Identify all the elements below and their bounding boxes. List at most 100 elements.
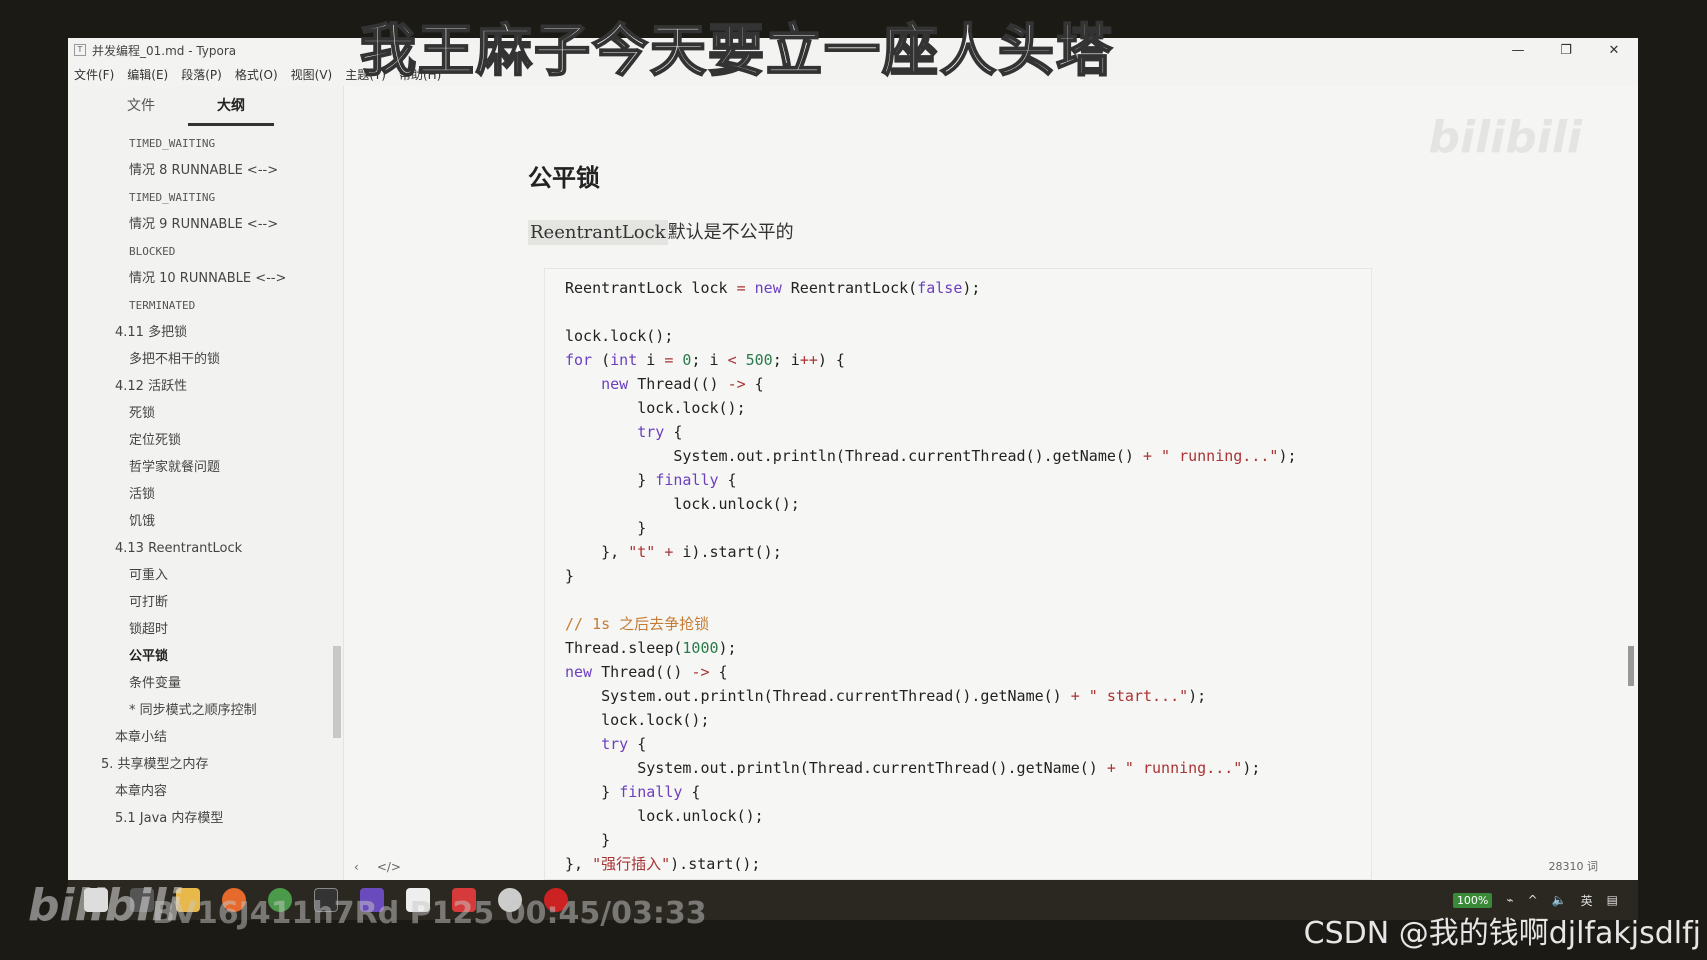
code-line: }, "强行插入").start(); <box>565 852 1351 876</box>
code-line: } <box>565 828 1351 852</box>
outline-item-label: * 同步模式之顺序控制 <box>129 703 257 718</box>
sidebar-scrollbar[interactable] <box>333 646 341 738</box>
sidebar: 文件 大纲 TIMED_WAITING 情况 8 RUNNABLE <--> TIM… <box>68 86 344 880</box>
outline-item[interactable]: 定位死锁 <box>68 427 343 454</box>
menu-file[interactable]: 文件(F) <box>74 66 114 83</box>
outline-item[interactable]: 多把不相干的锁 <box>68 346 343 373</box>
doc-heading[interactable]: 公平锁 <box>528 158 600 193</box>
outline-item[interactable]: 公平锁 <box>68 643 343 670</box>
code-token: ReentrantLock lock <box>565 279 737 297</box>
outline-item[interactable]: 饥饿 <box>68 508 343 535</box>
code-token: " running..." <box>1161 447 1279 465</box>
csdn-watermark: CSDN @我的钱啊djlfakjsdlfj <box>1303 916 1701 951</box>
outline-item[interactable]: 可重入 <box>68 562 343 589</box>
code-token: ; i <box>772 351 800 369</box>
outline-item[interactable]: 4.11 多把锁 <box>68 319 343 346</box>
battery-indicator[interactable]: 100% <box>1452 892 1493 908</box>
restore-button[interactable]: ❐ <box>1542 38 1590 62</box>
video-id-timestamp: BV16J411h7Rd P125 00:45/03:33 <box>152 896 707 931</box>
tray-expand-icon[interactable]: ^ <box>1528 893 1538 907</box>
code-token: i <box>637 351 665 369</box>
outline-item[interactable]: 条件变量 <box>68 670 343 697</box>
video-overlay-title: 我王麻子今天要立一座人头塔 <box>359 18 1114 85</box>
code-token: 1000 <box>682 639 719 657</box>
menu-format[interactable]: 格式(O) <box>235 66 278 83</box>
outline-item[interactable]: 本章小结 <box>68 724 343 751</box>
outline-item-label: TERMINATED <box>129 299 196 312</box>
editor-pane: bilibili 公平锁 ReentrantLock 默认是不公平的 Reentr… <box>344 86 1638 880</box>
outline-item[interactable]: 情况 10 RUNNABLE <--> <box>68 265 343 292</box>
close-button[interactable]: ✕ <box>1590 38 1638 62</box>
outline-item[interactable]: 情况 9 RUNNABLE <--> <box>68 211 343 238</box>
code-line: new Thread(() -> { <box>565 660 1351 684</box>
toggle-sidebar-icon[interactable]: ‹ <box>354 860 359 874</box>
outline-item[interactable]: TERMINATED <box>68 292 343 319</box>
code-token: System.out.println(Thread.currentThread(… <box>565 687 1071 705</box>
outline-item[interactable]: 5.1 Java 内存模型 <box>68 805 343 832</box>
outline-item[interactable]: 本章内容 <box>68 778 343 805</box>
code-token: lock.lock(); <box>565 711 710 729</box>
minimize-button[interactable]: — <box>1494 38 1542 62</box>
outline-item-label: 条件变量 <box>129 676 182 691</box>
editor-scrollbar[interactable] <box>1628 646 1634 686</box>
outline-item-label: 公平锁 <box>129 649 169 664</box>
code-token: lock.unlock(); <box>565 807 764 825</box>
outline-item[interactable]: 活锁 <box>68 481 343 508</box>
code-token: lock.lock(); <box>565 327 674 345</box>
code-token: System.out.println(Thread.currentThread(… <box>565 447 1143 465</box>
outline-item[interactable]: 4.12 活跃性 <box>68 373 343 400</box>
code-token: " start..." <box>1088 687 1189 705</box>
notification-icon[interactable]: ▤ <box>1607 893 1618 907</box>
code-token: ) { <box>817 351 845 369</box>
outline-item[interactable]: TIMED_WAITING <box>68 130 343 157</box>
outline-item-label: 情况 8 RUNNABLE <--> <box>129 163 279 178</box>
outline-item[interactable]: 5. 共享模型之内存 <box>68 751 343 778</box>
outline-item[interactable]: 死锁 <box>68 400 343 427</box>
outline-item[interactable]: 4.13 ReentrantLock <box>68 535 343 562</box>
outline-item-label: 可重入 <box>129 568 169 583</box>
outline-item-label: 活锁 <box>129 487 156 502</box>
outline-item-label: BLOCKED <box>129 245 176 258</box>
code-token: } <box>565 519 647 537</box>
menu-edit[interactable]: 编辑(E) <box>127 66 168 83</box>
code-line: System.out.println(Thread.currentThread(… <box>565 684 1351 708</box>
doc-paragraph[interactable]: ReentrantLock 默认是不公平的 <box>528 218 794 245</box>
outline-item-label: 情况 9 RUNNABLE <--> <box>129 217 279 232</box>
outline-item[interactable]: 锁超时 <box>68 616 343 643</box>
outline-item-label: 情况 10 RUNNABLE <--> <box>129 271 287 286</box>
code-token: -> <box>691 663 710 681</box>
code-token: + <box>1070 687 1080 705</box>
code-line: try { <box>565 732 1351 756</box>
code-token: lock.unlock(); <box>565 495 800 513</box>
word-count[interactable]: 28310 词 <box>1549 858 1599 874</box>
tab-files[interactable]: 文件 <box>98 86 184 126</box>
source-mode-icon[interactable]: </> <box>377 860 401 874</box>
code-line: System.out.println(Thread.currentThread(… <box>565 756 1351 780</box>
tab-outline[interactable]: 大纲 <box>188 86 274 126</box>
typora-window: T 并发编程_01.md - Typora — ❐ ✕ 文件(F) 编辑(E) … <box>68 38 1638 880</box>
outline-item[interactable]: 哲学家就餐问题 <box>68 454 343 481</box>
code-line: System.out.println(Thread.currentThread(… <box>565 444 1351 468</box>
outline-item[interactable]: BLOCKED <box>68 238 343 265</box>
outline-item[interactable]: TIMED_WAITING <box>68 184 343 211</box>
network-icon[interactable]: ⌁ <box>1506 893 1513 907</box>
menu-view[interactable]: 视图(V) <box>291 66 333 83</box>
code-token: ).start(); <box>670 855 761 873</box>
code-token: int <box>610 351 638 369</box>
input-language[interactable]: 英 <box>1581 892 1593 909</box>
outline-item[interactable]: 可打断 <box>68 589 343 616</box>
outline-item-label: 可打断 <box>129 595 169 610</box>
code-token: Thread(() <box>628 375 728 393</box>
code-token: 500 <box>745 351 773 369</box>
code-token: System.out.println(Thread.currentThread(… <box>565 759 1107 777</box>
volume-icon[interactable]: 🔈 <box>1552 893 1567 907</box>
code-token: "强行插入" <box>592 855 671 873</box>
outline-item[interactable]: * 同步模式之顺序控制 <box>68 697 343 724</box>
menu-paragraph[interactable]: 段落(P) <box>181 66 222 83</box>
code-block[interactable]: ReentrantLock lock = new ReentrantLock(f… <box>544 268 1372 880</box>
outline-item-label: 4.13 ReentrantLock <box>115 541 243 556</box>
outline-item[interactable]: 情况 8 RUNNABLE <--> <box>68 157 343 184</box>
code-token: { <box>709 663 728 681</box>
